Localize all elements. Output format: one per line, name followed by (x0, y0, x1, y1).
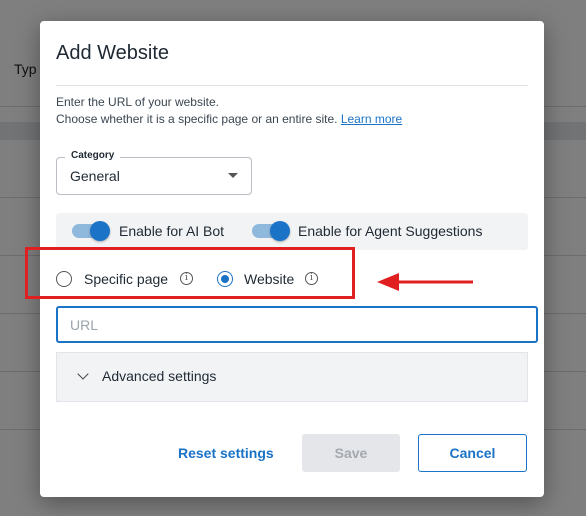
toggle-knob (270, 221, 290, 241)
category-value: General (70, 168, 120, 184)
title-divider (56, 85, 528, 86)
annotation-highlight-box (25, 247, 355, 299)
agent-suggestions-toggle[interactable] (252, 221, 290, 241)
advanced-settings-toggle[interactable]: Advanced settings (56, 352, 528, 402)
url-input[interactable] (56, 306, 538, 343)
agent-suggestions-toggle-label: Enable for Agent Suggestions (298, 223, 483, 239)
reset-settings-button[interactable]: Reset settings (178, 445, 274, 461)
save-button[interactable]: Save (302, 434, 400, 472)
category-select[interactable]: Category General (56, 150, 252, 195)
chevron-down-icon (228, 173, 238, 178)
chevron-down-icon (77, 368, 89, 380)
toggle-knob (90, 221, 110, 241)
toggle-bar: Enable for AI Bot Enable for Agent Sugge… (56, 213, 528, 250)
advanced-settings-label: Advanced settings (102, 368, 217, 384)
dialog-description: Enter the URL of your website. Choose wh… (56, 94, 402, 128)
description-line-2: Choose whether it is a specific page or … (56, 111, 402, 128)
learn-more-link[interactable]: Learn more (341, 112, 402, 126)
cancel-button[interactable]: Cancel (418, 434, 527, 472)
category-label: Category (65, 150, 121, 161)
ai-bot-toggle-label: Enable for AI Bot (119, 223, 225, 239)
description-text: Choose whether it is a specific page or … (56, 112, 338, 126)
ai-bot-toggle[interactable] (72, 221, 110, 241)
description-line-1: Enter the URL of your website. (56, 95, 219, 109)
arrow-left-icon (377, 273, 473, 291)
dialog-title: Add Website (56, 42, 170, 64)
